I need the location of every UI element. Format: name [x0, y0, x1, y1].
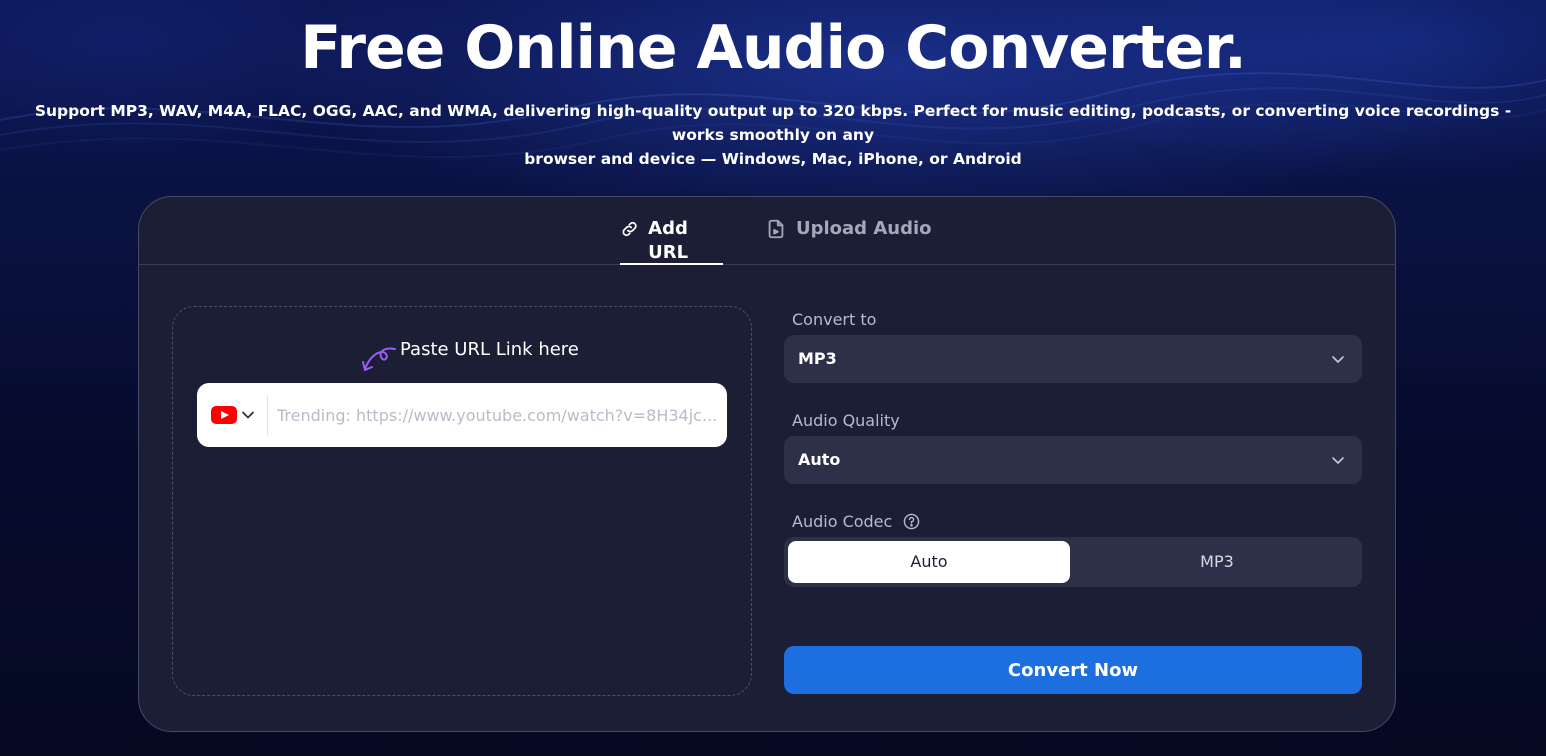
page-title: Free Online Audio Converter. [300, 13, 1247, 83]
audio-codec-label: Audio Codec [792, 512, 893, 531]
chevron-down-icon [242, 411, 254, 419]
page-subtitle: Support MP3, WAV, M4A, FLAC, OGG, AAC, a… [10, 99, 1536, 171]
source-selector[interactable] [211, 403, 259, 429]
tab-add-url-label: Add URL [648, 218, 689, 263]
curly-arrow-icon [362, 347, 396, 371]
audio-quality-select[interactable]: Auto [784, 436, 1362, 484]
audio-quality-label: Audio Quality [792, 411, 900, 430]
audio-quality-value: Auto [798, 450, 841, 469]
url-divider [267, 395, 268, 435]
tab-add-url[interactable]: Add URL [620, 217, 723, 265]
convert-to-label: Convert to [792, 310, 877, 329]
tab-upload-audio-label: Upload Audio [796, 218, 932, 239]
help-circle-icon[interactable] [903, 513, 920, 530]
youtube-icon [211, 406, 237, 424]
url-dropzone: Paste URL Link here [172, 306, 752, 696]
file-audio-icon [768, 219, 784, 239]
codec-option-mp3[interactable]: MP3 [1076, 541, 1358, 583]
paste-url-hint: Paste URL Link here [400, 339, 579, 360]
chevron-down-icon [1332, 457, 1344, 464]
convert-to-select[interactable]: MP3 [784, 335, 1362, 383]
audio-codec-toggle: Auto MP3 [784, 537, 1362, 587]
converter-card: Add URL Upload Audio Paste URL Link here [138, 196, 1396, 732]
tab-upload-audio[interactable]: Upload Audio [765, 217, 932, 265]
convert-to-value: MP3 [798, 349, 837, 368]
convert-now-button[interactable]: Convert Now [784, 646, 1362, 694]
url-input[interactable] [277, 397, 717, 433]
link-icon [622, 221, 637, 237]
codec-option-auto[interactable]: Auto [788, 541, 1070, 583]
chevron-down-icon [1332, 356, 1344, 363]
audio-codec-label-row: Audio Codec [792, 512, 920, 531]
url-input-box [197, 383, 727, 447]
subtitle-line-1: Support MP3, WAV, M4A, FLAC, OGG, AAC, a… [34, 102, 1512, 144]
subtitle-line-2: browser and device — Windows, Mac, iPhon… [524, 150, 1022, 168]
tab-bar: Add URL Upload Audio [139, 197, 1395, 265]
